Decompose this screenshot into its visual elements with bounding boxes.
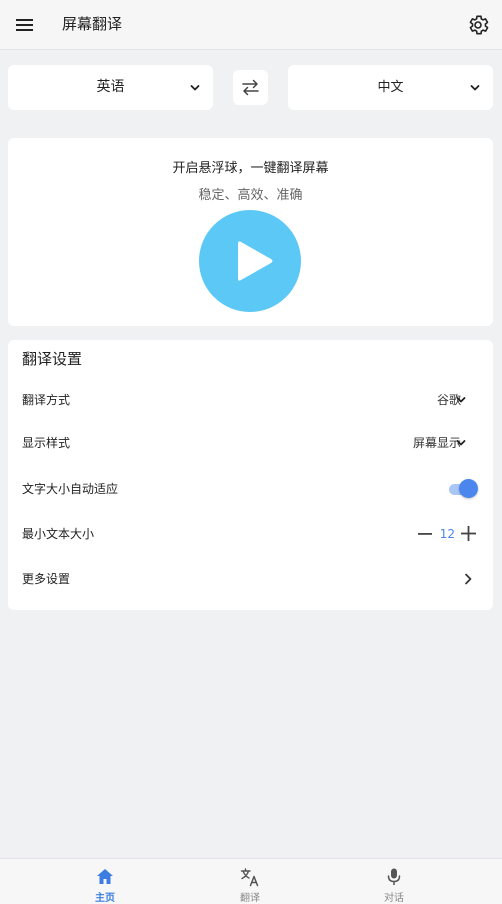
floating-ball-card: 开启悬浮球，一键翻译屏幕 稳定、高效、准确 xyxy=(8,138,493,326)
chevron-down-icon xyxy=(470,85,480,91)
display-style-row[interactable]: 显示样式 屏幕显示 xyxy=(8,423,493,463)
home-icon xyxy=(97,869,113,884)
nav-home-label: 主页 xyxy=(95,893,115,904)
menu-icon[interactable] xyxy=(14,14,36,36)
play-icon xyxy=(238,241,273,281)
chevron-down-icon xyxy=(456,440,466,446)
nav-home[interactable]: 主页 xyxy=(45,859,165,904)
page-title: 屏幕翻译 xyxy=(62,15,123,33)
minus-icon[interactable] xyxy=(417,526,433,542)
min-text-size-row: 最小文本大小 12 xyxy=(8,514,493,554)
min-text-size-label: 最小文本大小 xyxy=(22,527,95,541)
translation-settings-card: 翻译设置 翻译方式 谷歌 显示样式 屏幕显示 文字大小自动适应 最小文本大小 1… xyxy=(8,340,493,610)
display-style-label: 显示样式 xyxy=(22,436,71,450)
microphone-icon xyxy=(387,868,401,885)
toggle-knob xyxy=(459,479,478,498)
nav-chat-label: 对话 xyxy=(384,893,404,904)
translate-icon xyxy=(240,868,259,887)
translate-method-row[interactable]: 翻译方式 谷歌 xyxy=(8,380,493,420)
swap-arrows-icon xyxy=(242,79,259,96)
target-language-label: 中文 xyxy=(377,80,404,95)
float-card-title: 开启悬浮球，一键翻译屏幕 xyxy=(172,161,329,176)
more-settings-label: 更多设置 xyxy=(22,572,71,586)
app-header: 屏幕翻译 xyxy=(0,0,502,50)
target-language-select[interactable]: 中文 xyxy=(288,65,493,110)
swap-languages-button[interactable] xyxy=(233,70,268,105)
chevron-right-icon xyxy=(465,573,472,585)
chevron-down-icon xyxy=(456,397,466,403)
nav-chat[interactable]: 对话 xyxy=(334,859,454,904)
auto-font-size-toggle[interactable] xyxy=(449,479,478,499)
app-root: 屏幕翻译 英语 中文 开启悬浮球，一键翻译屏幕 稳定、高效、准确 翻译设置 翻译… xyxy=(0,0,502,904)
nav-translate-label: 翻译 xyxy=(240,893,260,904)
auto-font-size-row: 文字大小自动适应 xyxy=(8,469,493,509)
chevron-down-icon xyxy=(190,85,200,91)
settings-title: 翻译设置 xyxy=(22,350,83,368)
bottom-navigation: 主页 翻译 对话 xyxy=(0,858,502,904)
nav-translate[interactable]: 翻译 xyxy=(190,859,310,904)
start-floating-ball-button[interactable] xyxy=(199,210,301,312)
float-card-subtitle: 稳定、高效、准确 xyxy=(198,188,303,203)
more-settings-row[interactable]: 更多设置 xyxy=(8,559,493,599)
source-language-label: 英语 xyxy=(96,79,125,95)
gear-icon[interactable] xyxy=(466,13,490,37)
min-text-size-value: 12 xyxy=(439,527,455,541)
plus-icon[interactable] xyxy=(460,525,477,542)
auto-font-size-label: 文字大小自动适应 xyxy=(22,482,119,496)
display-style-value: 屏幕显示 xyxy=(412,436,461,450)
translate-method-label: 翻译方式 xyxy=(22,393,71,407)
source-language-select[interactable]: 英语 xyxy=(8,65,213,110)
